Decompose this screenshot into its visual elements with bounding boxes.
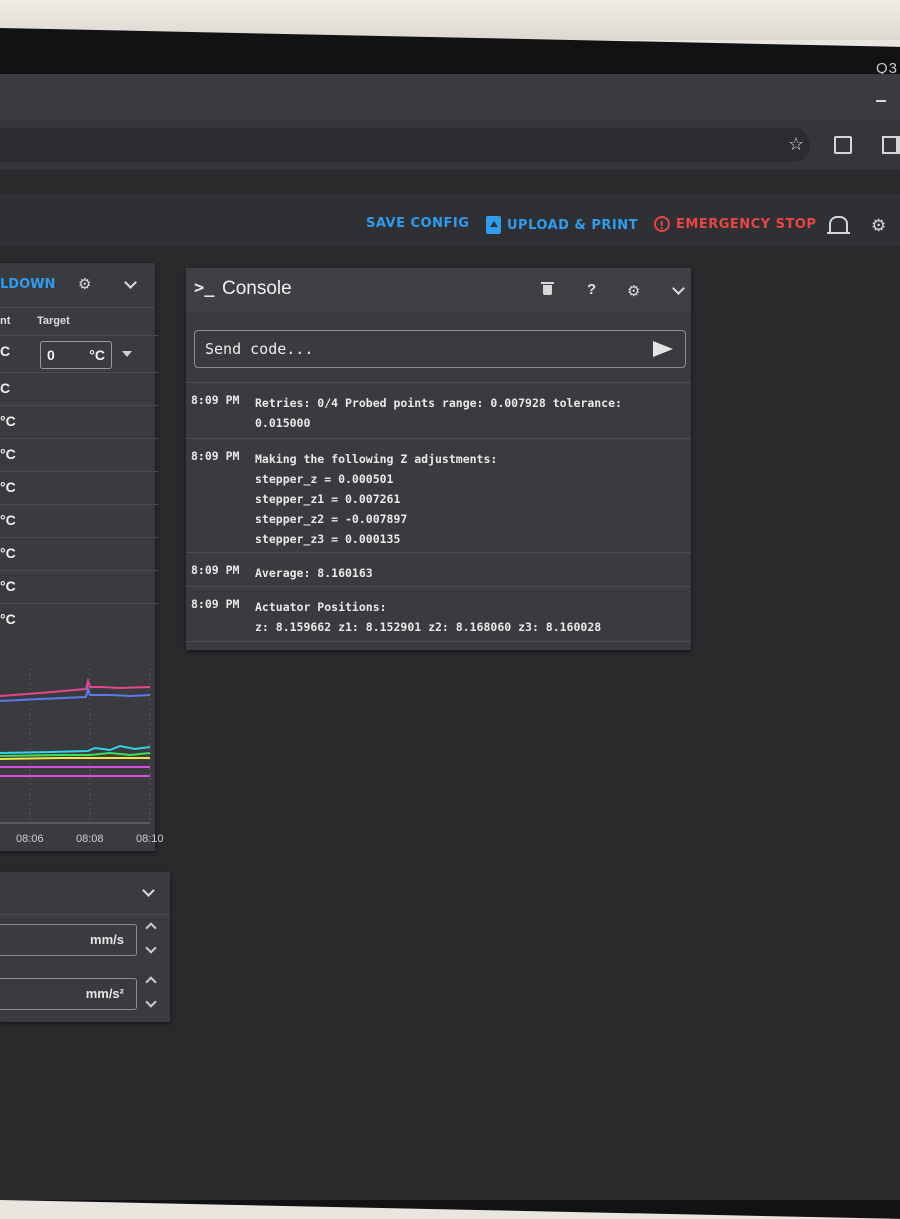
acceleration-unit: mm/s² [85,986,124,1001]
send-code-placeholder: Send code... [205,340,314,358]
entry-message: Making the following Z adjustments: step… [255,452,498,546]
entry-message: Actuator Positions: z: 8.159662 z1: 8.15… [255,600,602,634]
target-temp-value: 0 [47,347,55,363]
console-title: Console [222,278,292,299]
save-config-label: SAVE CONFIG [366,216,470,231]
address-bar[interactable] [0,128,810,162]
sensor-temp: °C [0,512,16,528]
sensor-temp: C [0,380,11,396]
machine-limits-card: mm/s mm/s² [0,872,170,1022]
series-line [0,757,150,760]
acceleration-input[interactable]: mm/s² [0,978,137,1010]
target-temp-input[interactable]: 0 °C [40,341,112,369]
sensor-temp: °C [0,578,16,594]
entry-time: 8:09 PM [191,449,240,463]
temperature-chart [0,663,151,824]
sensor-row: C [0,372,158,405]
sensor-row: °C [0,438,158,471]
chevron-down-icon[interactable] [124,276,137,289]
screen: ☆ SAVE CONFIG UPLOAD & PRINT ! EMERGENCY… [0,74,900,1200]
browser-toolbar: ☆ [0,120,900,170]
side-panel-icon[interactable] [882,136,900,154]
sensor-row: °C [0,537,158,570]
entry-time: 8:09 PM [191,393,240,407]
sensor-row: °C [0,471,158,504]
acceleration-decrement-icon[interactable] [145,996,157,1008]
velocity-decrement-icon[interactable] [145,942,157,954]
sensor-temp: °C [0,611,16,627]
browser-titlebar [0,74,900,120]
entry-time: 8:09 PM [191,597,240,611]
upload-print-button[interactable]: UPLOAD & PRINT [486,216,638,234]
machine-limits-header [0,872,170,915]
target-dropdown-caret-icon[interactable] [122,351,132,357]
extensions-icon[interactable] [834,136,852,154]
velocity-unit: mm/s [90,932,124,947]
series-line [0,744,151,754]
entry-message: Average: 8.160163 [255,566,373,580]
save-config-button[interactable]: SAVE CONFIG [366,216,469,231]
column-actual-header: nt [0,315,11,327]
console-entry: 8:09 PM Average: 8.160163 [186,552,691,587]
thermals-preset-button[interactable]: LDOWN [0,277,55,292]
sensor-temp: °C [0,479,16,495]
chevron-down-icon[interactable] [142,884,155,897]
console-prompt-icon: >_ [194,278,215,298]
sensor-row: °C [0,504,158,537]
bookmark-star-icon[interactable]: ☆ [788,134,804,155]
thermals-card: LDOWN ⚙ nt Target C 0 °C C °C °C °C °C °… [0,263,164,851]
file-upload-icon [486,216,501,234]
console-entry: 8:09 PM Retries: 0/4 Probed points range… [186,382,691,439]
entry-message: Retries: 0/4 Probed points range: 0.0079… [255,396,622,430]
series-line [0,677,151,697]
sensor-temp: °C [0,446,16,462]
console-header: >_ Console ? ⚙ [186,268,691,312]
x-tick-label: 08:06 [16,833,44,845]
column-target-header: Target [37,315,70,327]
settings-gears-icon[interactable]: ⚙ [871,216,886,236]
entry-time: 8:09 PM [191,563,240,577]
trash-icon[interactable] [541,282,554,295]
console-card: >_ Console ? ⚙ Send code... 8:09 PM Retr… [186,268,691,650]
notifications-bell-icon[interactable] [827,216,850,234]
sensor-row: °C [0,570,158,603]
sensor-temp: °C [0,545,16,561]
velocity-input[interactable]: mm/s [0,924,137,956]
help-icon[interactable]: ? [587,281,596,298]
heater-temp: C [0,343,11,359]
x-tick-label: 08:10 [136,833,164,845]
target-temp-unit: °C [89,347,105,363]
x-tick-label: 08:08 [76,833,104,845]
sensor-row: °C [0,405,158,438]
acceleration-increment-icon[interactable] [145,976,157,988]
app-top-bar: SAVE CONFIG UPLOAD & PRINT ! EMERGENCY S… [0,194,900,246]
minimize-icon[interactable] [876,100,886,102]
console-entry: 8:09 PM Making the following Z adjustmen… [186,438,691,553]
upload-print-label: UPLOAD & PRINT [507,217,638,233]
sensor-row: °C [0,603,158,636]
thermals-card-header: LDOWN ⚙ [0,263,155,308]
velocity-increment-icon[interactable] [145,922,157,934]
send-code-input[interactable]: Send code... [194,330,686,368]
console-entry: 8:09 PM Actuator Positions: z: 8.159662 … [186,586,691,642]
emergency-stop-label: EMERGENCY STOP [676,216,817,232]
gear-icon[interactable]: ⚙ [78,275,91,293]
sensor-temp: °C [0,413,16,429]
gear-icon[interactable]: ⚙ [627,282,640,300]
send-icon[interactable] [653,341,673,357]
emergency-stop-button[interactable]: ! EMERGENCY STOP [654,216,816,232]
chevron-down-icon[interactable] [672,282,685,295]
alert-circle-icon: ! [654,216,670,232]
